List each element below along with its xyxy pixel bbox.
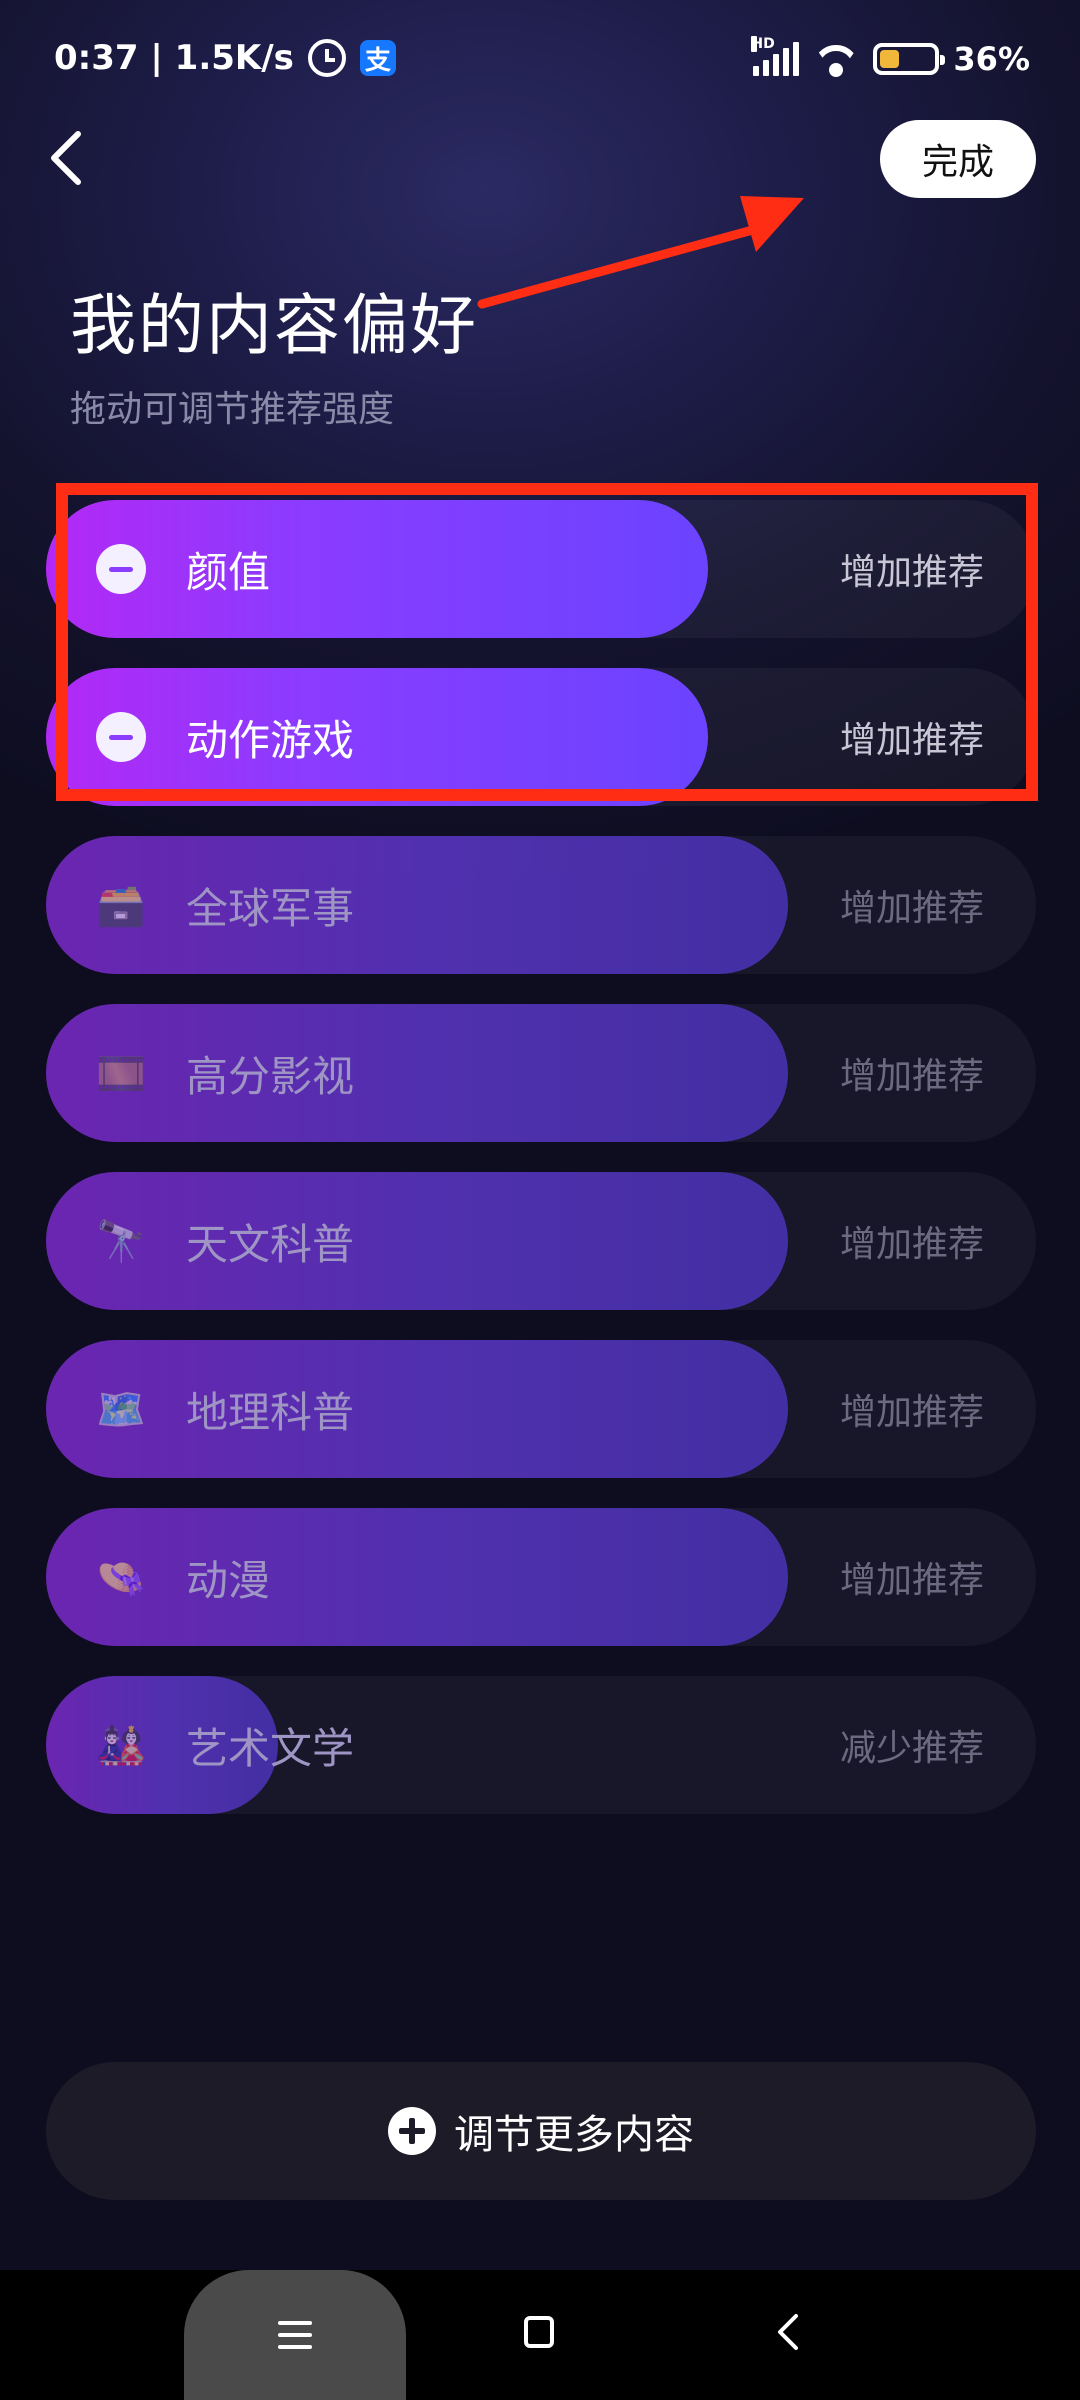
battery-percent: 36% — [953, 40, 1030, 78]
plus-icon — [388, 2107, 436, 2155]
remove-minus-icon[interactable] — [96, 544, 146, 594]
nav-home-button[interactable] — [524, 2316, 554, 2348]
remove-minus-icon[interactable] — [96, 712, 146, 762]
page-subtitle: 拖动可调节推荐强度 — [70, 389, 395, 430]
preference-action-label: 增加推荐 — [839, 888, 984, 929]
category-icon: 🗺️ — [96, 1386, 146, 1433]
preference-slider-fill[interactable] — [46, 1508, 788, 1646]
preference-label: 高分影视 — [186, 1051, 355, 1101]
preference-label: 动作游戏 — [186, 715, 355, 765]
status-left: 0:37 | 1.5K/s 支 — [54, 38, 396, 78]
preference-slider-fill[interactable] — [46, 1340, 788, 1478]
preference-action-label: 增加推荐 — [839, 552, 984, 593]
preference-list: 颜值 增加推荐 动作游戏 增加推荐 🗃️ 全球军事 增加推荐 🎞️ 高分影视 增加推荐 🔭 天文科普增… — [46, 500, 1036, 1844]
status-bar: 0:37 | 1.5K/s 支 HD 36% — [0, 0, 1080, 120]
preference-row[interactable]: 👒 动漫 增加推荐 — [46, 1508, 1036, 1646]
category-icon: 🎎 — [96, 1722, 146, 1769]
preference-action-label: 增加推荐 — [839, 1392, 984, 1433]
preference-label: 地理科普 — [186, 1387, 355, 1437]
category-icon: 🗃️ — [96, 882, 146, 929]
preference-label: 全球军事 — [186, 883, 355, 933]
preference-label: 颜值 — [186, 547, 271, 597]
navigation-bar — [0, 2270, 1080, 2400]
nav-back-button[interactable] — [776, 2312, 800, 2352]
preference-row[interactable]: 🗃️ 全球军事 增加推荐 — [46, 836, 1036, 974]
preference-row[interactable]: 🎞️ 高分影视 增加推荐 — [46, 1004, 1036, 1142]
preference-action-label: 增加推荐 — [839, 1056, 984, 1097]
preference-row[interactable]: 🔭 天文科普 增加推荐 — [46, 1172, 1036, 1310]
preference-action-label: 增加推荐 — [839, 1224, 984, 1265]
preference-action-label: 增加推荐 — [839, 1560, 984, 1601]
time-speed: 0:37 | 1.5K/s — [54, 38, 294, 78]
back-button[interactable] — [44, 128, 94, 188]
nav-menu-button[interactable] — [184, 2270, 406, 2400]
preference-action-label: 减少推荐 — [839, 1728, 984, 1769]
preference-label: 艺术文学 — [186, 1723, 355, 1773]
chevron-left-icon — [51, 131, 81, 185]
signal-icon: HD — [751, 36, 800, 76]
adjust-more-button[interactable]: 调节更多内容 — [46, 2062, 1036, 2200]
category-icon: 🔭 — [96, 1218, 146, 1265]
battery-fill — [880, 50, 900, 68]
status-right: HD 36% — [751, 36, 1030, 78]
preference-label: 天文科普 — [186, 1219, 355, 1269]
page-title: 我的内容偏好 — [70, 287, 478, 364]
preference-slider-fill[interactable] — [46, 1172, 788, 1310]
menu-icon — [278, 2321, 312, 2349]
preference-slider-fill[interactable] — [46, 1004, 788, 1142]
preference-label: 动漫 — [186, 1555, 271, 1605]
preference-row[interactable]: 🗺️ 地理科普 增加推荐 — [46, 1340, 1036, 1478]
preference-row[interactable]: 🎎 艺术文学 减少推荐 — [46, 1676, 1036, 1814]
preference-action-label: 增加推荐 — [839, 720, 984, 761]
category-icon: 👒 — [96, 1554, 146, 1601]
preference-row[interactable]: 颜值 增加推荐 — [46, 500, 1036, 638]
adjust-more-label: 调节更多内容 — [454, 2112, 694, 2158]
battery-icon — [873, 43, 946, 75]
preference-row[interactable]: 动作游戏 增加推荐 — [46, 668, 1036, 806]
done-button[interactable]: 完成 — [880, 120, 1036, 198]
alarm-icon — [307, 39, 346, 77]
wifi-icon — [813, 41, 859, 77]
category-icon: 🎞️ — [96, 1050, 146, 1097]
alipay-icon: 支 — [359, 40, 396, 76]
signal-hd-label: HD — [751, 36, 775, 52]
preference-slider-fill[interactable] — [46, 836, 788, 974]
